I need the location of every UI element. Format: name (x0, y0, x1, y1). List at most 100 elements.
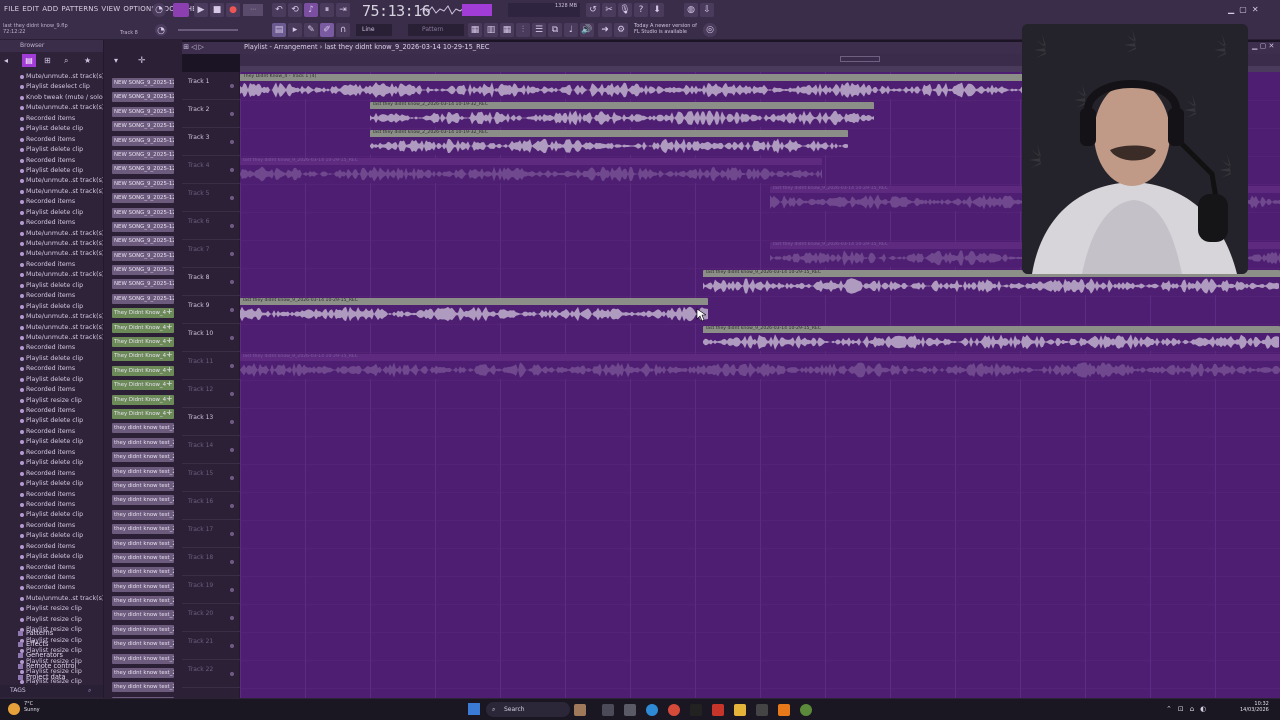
channel-row[interactable]: they didnt know test_20 (108, 680, 178, 694)
history-item[interactable]: Recorded items (0, 135, 103, 145)
channel-label[interactable]: NEW SONG_9_2025-12-2 (112, 279, 174, 290)
metronome-icon[interactable]: ♪ (304, 3, 318, 17)
history-item[interactable]: Playlist delete clip (0, 458, 103, 468)
channel-label[interactable]: They Didnt Know_4 - (112, 408, 174, 419)
channel-label[interactable]: NEW SONG_9_2025-12-2 (112, 78, 174, 88)
track-mute-led[interactable] (230, 196, 234, 200)
history-item[interactable]: Playlist delete clip (0, 208, 103, 218)
channel-row[interactable]: they didnt know test_20 (108, 551, 178, 565)
track-header[interactable]: Track 13 (182, 408, 240, 436)
chrome-icon[interactable] (668, 704, 680, 716)
add-icon[interactable]: + (166, 408, 173, 417)
history-item[interactable]: Recorded items (0, 542, 103, 552)
channel-row[interactable]: they didnt know test_20 (108, 580, 178, 594)
channel-label[interactable]: NEW SONG_9_2025-12-2 (112, 106, 174, 117)
audio-icon[interactable]: 🔊 (580, 23, 594, 37)
channel-row[interactable]: they didnt know test_20 (108, 508, 178, 522)
channel-label[interactable]: they didnt know test_20 (112, 682, 174, 693)
browser-section-remote-control[interactable]: Remote control (0, 661, 103, 672)
clip-header[interactable]: last they didnt know_9_2026-03-14 10-29-… (240, 158, 822, 165)
master-pitch-knob[interactable]: ◔ (152, 3, 166, 17)
audio-clip[interactable]: last they didnt know_2_2026-03-14 10-19-… (370, 102, 874, 127)
track-mute-led[interactable] (230, 224, 234, 228)
channel-row[interactable]: they didnt know test_20 (108, 666, 178, 680)
track-mute-led[interactable] (230, 84, 234, 88)
history-item[interactable]: Recorded items (0, 260, 103, 270)
master-volume-slider[interactable] (178, 29, 238, 31)
history-item[interactable]: Mute/unmute..st track(s) (0, 72, 103, 82)
pattern-song-toggle[interactable] (173, 3, 189, 17)
channel-row[interactable]: NEW SONG_9_2025-12-2 (108, 220, 178, 234)
news-panel[interactable]: Today A newer version of FL Studio is av… (634, 23, 697, 35)
channel-label[interactable]: NEW SONG_9_2025-12-2 (112, 236, 174, 247)
channel-row[interactable]: They Didnt Know_4 - + (108, 335, 178, 349)
channel-label[interactable]: they didnt know test_20 (112, 552, 174, 563)
channel-label[interactable]: they didnt know test_20 (112, 437, 174, 448)
channel-label[interactable]: NEW SONG_9_2025-12-2 (112, 149, 174, 160)
channel-label[interactable]: NEW SONG_9_2025-12-2 (112, 221, 174, 232)
microphone-icon[interactable]: 🎙 (618, 3, 632, 17)
track-header[interactable]: Track 10 (182, 324, 240, 352)
channel-label[interactable]: they didnt know test_20 (112, 610, 174, 621)
search-tab-icon[interactable]: ⌕ (64, 56, 68, 66)
countdown-icon[interactable]: ⇥ (336, 3, 350, 17)
maximize-icon[interactable]: ▢ (1239, 5, 1247, 14)
channel-row[interactable]: NEW SONG_9_2025-12-2 (108, 249, 178, 263)
tempo-display[interactable]: ⋯ (243, 4, 263, 16)
menu-edit[interactable]: EDIT (22, 5, 39, 13)
channel-row[interactable]: NEW SONG_9_2025-12-2 (108, 234, 178, 248)
loop-icon[interactable]: ⟲ (288, 3, 302, 17)
settings-icon[interactable]: ⚙ (614, 23, 628, 37)
history-item[interactable]: Recorded items (0, 156, 103, 166)
taskbar-search[interactable]: ⌕ Search (486, 702, 570, 717)
menu-add[interactable]: ADD (42, 5, 58, 13)
track-header[interactable]: Track 21 (182, 632, 240, 660)
history-item[interactable]: Recorded items (0, 197, 103, 207)
track-header[interactable]: Track 12 (182, 380, 240, 408)
history-item[interactable]: Playlist resize clip (0, 615, 103, 625)
edge-icon[interactable] (646, 704, 658, 716)
audio-clip[interactable]: last they didnt know_9_2026-03-14 10-29-… (703, 326, 1280, 351)
channel-row[interactable]: they didnt know test_20 (108, 522, 178, 536)
history-item[interactable]: Mute/unmute..st track(s) (0, 187, 103, 197)
channel-label[interactable]: NEW SONG_9_2025-12-2 (112, 92, 174, 103)
channel-row[interactable]: they didnt know test_20 (108, 421, 178, 435)
track-header[interactable]: Track 6 (182, 212, 240, 240)
history-item[interactable]: Recorded items (0, 385, 103, 395)
track-header[interactable]: Track 22 (182, 660, 240, 688)
channel-row[interactable]: NEW SONG_9_2025-12-2 (108, 134, 178, 148)
history-item[interactable]: Recorded items (0, 406, 103, 416)
history-item[interactable]: Mute/unmute..st track(s) (0, 229, 103, 239)
channel-row[interactable]: they didnt know test_20 (108, 450, 178, 464)
channel-label[interactable]: NEW SONG_9_2025-12-2 (112, 265, 174, 276)
history-item[interactable]: Mute/unmute..st track(s) (0, 594, 103, 604)
channel-label[interactable]: They Didnt Know_4 - (112, 337, 174, 348)
weather-widget[interactable]: 7°C Sunny (24, 701, 40, 713)
history-item[interactable]: Mute/unmute..st track(s) (0, 312, 103, 322)
channel-row[interactable]: they didnt know test_20 (108, 594, 178, 608)
channel-row[interactable]: they didnt know test_20 (108, 565, 178, 579)
channel-row[interactable]: they didnt know test_20 (108, 436, 178, 450)
fl-studio-icon[interactable] (778, 704, 790, 716)
play-icon[interactable]: ▶ (194, 3, 208, 17)
mixer-icon[interactable]: ⫶ (516, 23, 530, 37)
channel-row[interactable]: NEW SONG_9_2025-12-2 (108, 277, 178, 291)
track-mute-led[interactable] (230, 560, 234, 564)
channel-label[interactable]: NEW SONG_9_2025-12-2 (112, 178, 174, 189)
channel-row[interactable]: they didnt know test_20 (108, 637, 178, 651)
add-icon[interactable]: + (166, 365, 173, 374)
track-header[interactable]: Track 9 (182, 296, 240, 324)
audio-clip[interactable]: They Didnt Know_4 - Track 1 [4] (240, 74, 1072, 99)
track-mute-led[interactable] (230, 532, 234, 536)
add-icon[interactable]: + (166, 336, 173, 345)
add-channel-icon[interactable]: ✛ (138, 56, 146, 66)
track-mute-led[interactable] (230, 364, 234, 368)
channel-row[interactable]: They Didnt Know_4 - + (108, 306, 178, 320)
channel-row[interactable]: they didnt know test_20 (108, 465, 178, 479)
clip-header[interactable]: last they didnt know_9_2026-03-14 10-29-… (240, 354, 1280, 361)
channel-row[interactable]: They Didnt Know_4 - + (108, 393, 178, 407)
clip-header[interactable]: last they didnt know_9_2026-03-14 10-29-… (240, 298, 708, 305)
history-item[interactable]: Playlist delete clip (0, 281, 103, 291)
channel-label[interactable]: NEW SONG_9_2025-12-2 (112, 193, 174, 204)
arrow-icon[interactable]: ➜ (598, 23, 612, 37)
